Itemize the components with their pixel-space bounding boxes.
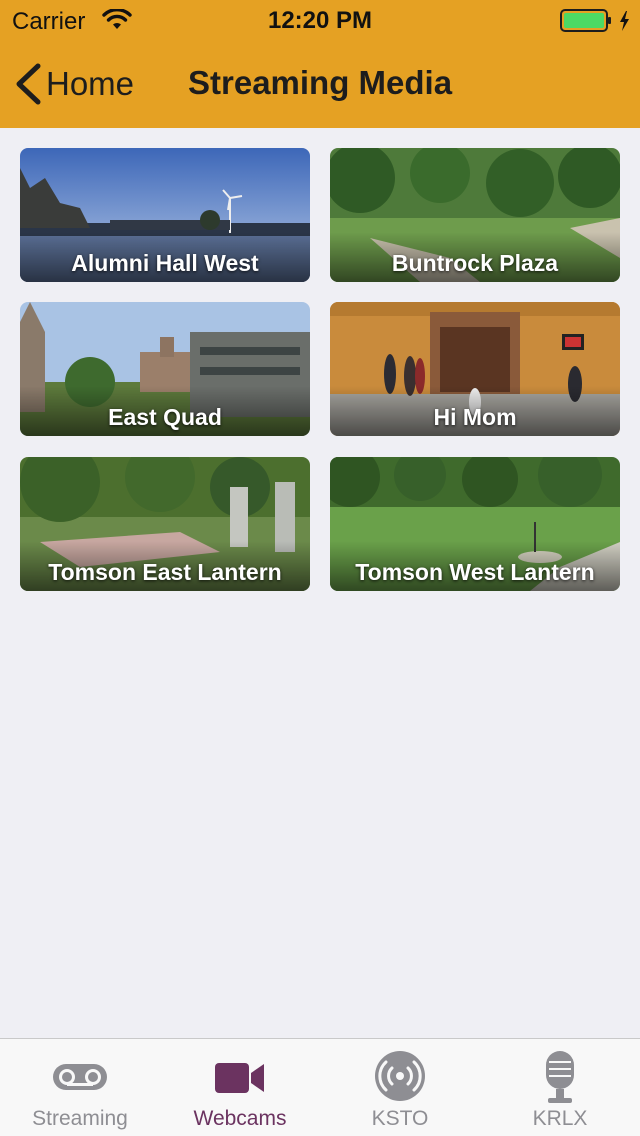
chevron-left-icon <box>16 63 41 105</box>
webcam-tile-east-quad[interactable]: East Quad <box>20 302 310 436</box>
webcam-tile-hi-mom[interactable]: Hi Mom <box>330 302 620 436</box>
webcam-tile-alumni-hall-west[interactable]: Alumni Hall West <box>20 148 310 282</box>
back-button-label: Home <box>46 65 135 102</box>
tab-ksto[interactable]: KSTO <box>320 1039 480 1136</box>
status-bar: Carrier 12:20 PM <box>0 0 640 40</box>
webcam-label: Tomson East Lantern <box>48 559 282 585</box>
tab-streaming[interactable]: Streaming <box>0 1039 160 1136</box>
microphone-icon <box>540 1049 580 1110</box>
tab-label: Webcams <box>193 1107 287 1130</box>
webcam-tile-buntrock-plaza[interactable]: Buntrock Plaza <box>330 148 620 282</box>
webcam-label: Tomson West Lantern <box>355 559 595 585</box>
tab-krlx[interactable]: KRLX <box>480 1039 640 1136</box>
webcam-label: Alumni Hall West <box>71 250 259 276</box>
back-button[interactable]: Home <box>14 62 134 106</box>
tab-label: KSTO <box>371 1107 429 1130</box>
video-camera-icon <box>212 1049 268 1104</box>
radio-waves-icon <box>373 1049 427 1108</box>
page-title: Streaming Media <box>188 64 453 101</box>
webcam-tile-tomson-west-lantern[interactable]: Tomson West Lantern <box>330 457 620 591</box>
webcam-label: East Quad <box>108 404 222 430</box>
webcam-tile-tomson-east-lantern[interactable]: Tomson East Lantern <box>20 457 310 591</box>
tab-bar: Streaming Webcams KSTO KRLX <box>0 1038 640 1136</box>
tab-webcams[interactable]: Webcams <box>160 1039 320 1136</box>
top-bar: Carrier 12:20 PM Home Streaming Media <box>0 0 640 128</box>
battery-icon <box>560 8 629 32</box>
navigation-bar: Home Streaming Media <box>0 40 640 128</box>
tab-label: KRLX <box>532 1107 588 1130</box>
tab-label: Streaming <box>32 1107 128 1130</box>
webcam-label: Hi Mom <box>433 404 517 430</box>
tape-icon <box>50 1049 110 1104</box>
status-time: 12:20 PM <box>267 7 373 34</box>
webcam-label: Buntrock Plaza <box>391 250 559 276</box>
